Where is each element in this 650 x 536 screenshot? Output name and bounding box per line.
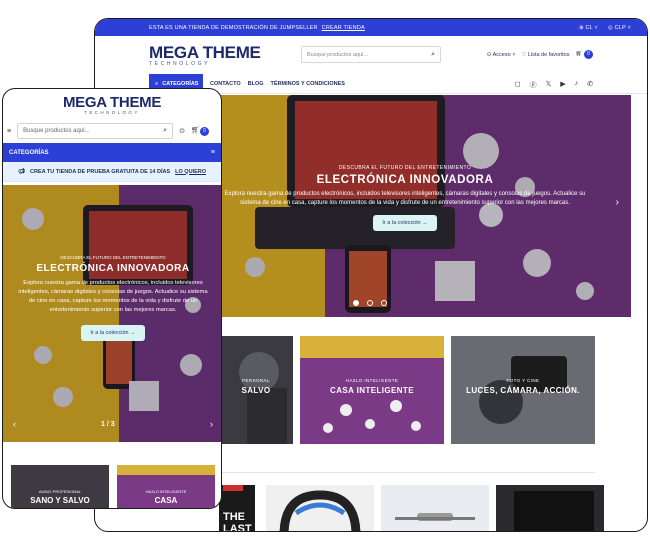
category-card-audio[interactable]: PERSONAL SALVO: [219, 336, 293, 444]
nav-link-blog[interactable]: BLOG: [248, 81, 264, 87]
cart-button[interactable]: 🛒︎ 0: [191, 126, 209, 136]
logo-text: MEGA THEME: [149, 42, 261, 62]
slider-dot[interactable]: [367, 300, 373, 306]
category-card-photo[interactable]: FOTO Y CINE LUCES, CÁMARA, ACCIÓN.: [451, 336, 595, 444]
create-store-link[interactable]: CREAR TIENDA: [322, 25, 365, 31]
youtube-icon[interactable]: ▶: [560, 80, 565, 90]
product-card[interactable]: THE LAST: [219, 485, 255, 532]
hero-description: Explora nuestra gama de productos electr…: [18, 280, 208, 313]
search-icon[interactable]: ⌕: [431, 51, 435, 59]
user-icon[interactable]: ⊙: [179, 127, 185, 135]
category-card-audio[interactable]: AUDIO PROFESIONAL SANO Y SALVO: [11, 465, 109, 508]
hero-title: ELECTRÓNICA INNOVADORA: [316, 174, 494, 186]
login-link[interactable]: ⊙ Acceso ˅: [487, 52, 516, 58]
nav-link-contact[interactable]: CONTACTO: [210, 81, 241, 87]
chevron-left-icon[interactable]: ‹: [13, 419, 16, 429]
category-cards: AUDIO PROFESIONAL SANO Y SALVO HAZLO INT…: [11, 465, 215, 508]
cart-icon: 🛒︎: [190, 127, 200, 134]
coin-icon: ◎: [607, 24, 613, 31]
trial-promo-bar: 📢︎ CREA TU TIENDA DE PRUEBA GRATUITA DE …: [3, 162, 221, 182]
cart-count-badge: 0: [199, 127, 209, 136]
logo[interactable]: MEGA THEME TECHNOLOGY: [149, 44, 261, 67]
announcement-text: ESTA ES UNA TIENDA DE DEMOSTRACIÓN DE JU…: [149, 24, 318, 31]
cart-count-badge: 0: [584, 50, 593, 59]
menu-icon: ≡: [155, 80, 159, 87]
heart-icon: ♡: [521, 51, 527, 58]
globe-icon: ⊕: [579, 24, 584, 31]
tiktok-icon[interactable]: ♪: [575, 80, 579, 90]
slide-counter: 1 / 3: [101, 421, 115, 428]
logo[interactable]: MEGA THEME TECHNOLOGY: [3, 89, 221, 119]
category-card-smart-home[interactable]: HAZLO INTELIGENTE CASA INTELIGENTE: [300, 336, 444, 444]
chevron-right-icon[interactable]: ›: [210, 419, 213, 429]
cart-button[interactable]: 🛒︎ 0: [575, 50, 593, 59]
instagram-icon[interactable]: ◻: [515, 80, 521, 90]
search-input[interactable]: Busque productos aquí... ⌕: [301, 46, 441, 63]
mobile-header-row: ≡ Busque productos aquí... ⌕ ⊙ 🛒︎ 0: [3, 119, 221, 143]
product-card[interactable]: [381, 485, 489, 531]
megaphone-icon: 📢︎: [17, 168, 25, 175]
cart-icon: 🛒︎: [575, 51, 583, 57]
slider-dots: [353, 300, 387, 306]
search-input[interactable]: Busque productos aquí... ⌕: [17, 123, 174, 139]
pinterest-icon[interactable]: ⓟ: [530, 80, 537, 90]
hero-kicker: DESCUBRA EL FUTURO DEL ENTRETENIMIENTO: [60, 255, 166, 260]
hero-slider: DESCUBRA EL FUTURO DEL ENTRETENIMIENTO E…: [3, 185, 221, 442]
hero-title: ELECTRÓNICA INNOVADORA: [36, 263, 190, 274]
nav-link-terms[interactable]: TÉRMINOS Y CONDICIONES: [271, 81, 345, 87]
site-header: MEGA THEME TECHNOLOGY Busque productos a…: [95, 36, 647, 74]
trial-link[interactable]: LO QUIERO: [175, 169, 206, 175]
slider-dot[interactable]: [381, 300, 387, 306]
product-image: [395, 513, 475, 521]
logo-text: MEGA THEME: [62, 94, 162, 111]
whatsapp-icon[interactable]: ✆: [587, 80, 593, 90]
section-divider: [215, 472, 595, 473]
x-icon[interactable]: 𝕏: [546, 80, 552, 90]
product-title-art: THE LAST: [223, 511, 252, 532]
product-card[interactable]: [496, 485, 604, 531]
mobile-preview: MEGA THEME TECHNOLOGY ≡ Busque productos…: [2, 88, 222, 509]
logo-tagline: TECHNOLOGY: [84, 110, 140, 115]
announcement-bar: ESTA ES UNA TIENDA DE DEMOSTRACIÓN DE JU…: [95, 19, 647, 36]
chevron-right-icon[interactable]: ›: [616, 197, 619, 208]
product-image: [514, 491, 594, 531]
categories-bar[interactable]: CATEGORÍAS ≡: [3, 143, 221, 162]
search-icon[interactable]: ⌕: [163, 127, 167, 135]
currency-selector[interactable]: ◎ CLP ˅: [608, 25, 631, 31]
hero-description: Explora nuestra gama de productos electr…: [224, 191, 586, 206]
category-card-smart-home[interactable]: HAZLO INTELIGENTE CASA: [117, 465, 215, 508]
go-to-collection-button[interactable]: Ir a la colección →: [373, 215, 437, 232]
hamburger-icon[interactable]: ≡: [7, 128, 11, 135]
menu-icon: ≡: [210, 149, 215, 156]
slider-dot[interactable]: [353, 300, 359, 306]
social-links: ◻ ⓟ 𝕏 ▶ ♪ ✆: [515, 80, 593, 90]
user-icon: ⊙: [486, 51, 492, 58]
go-to-collection-button[interactable]: Ir a la colección →: [81, 324, 145, 341]
product-image: [279, 490, 361, 531]
product-card[interactable]: [266, 485, 374, 531]
language-selector[interactable]: ⊕ CL ˅: [579, 25, 598, 31]
hero-kicker: DESCUBRA EL FUTURO DEL ENTRETENIMIENTO: [338, 165, 472, 171]
wishlist-link[interactable]: ♡ Lista de favoritos: [521, 52, 569, 58]
